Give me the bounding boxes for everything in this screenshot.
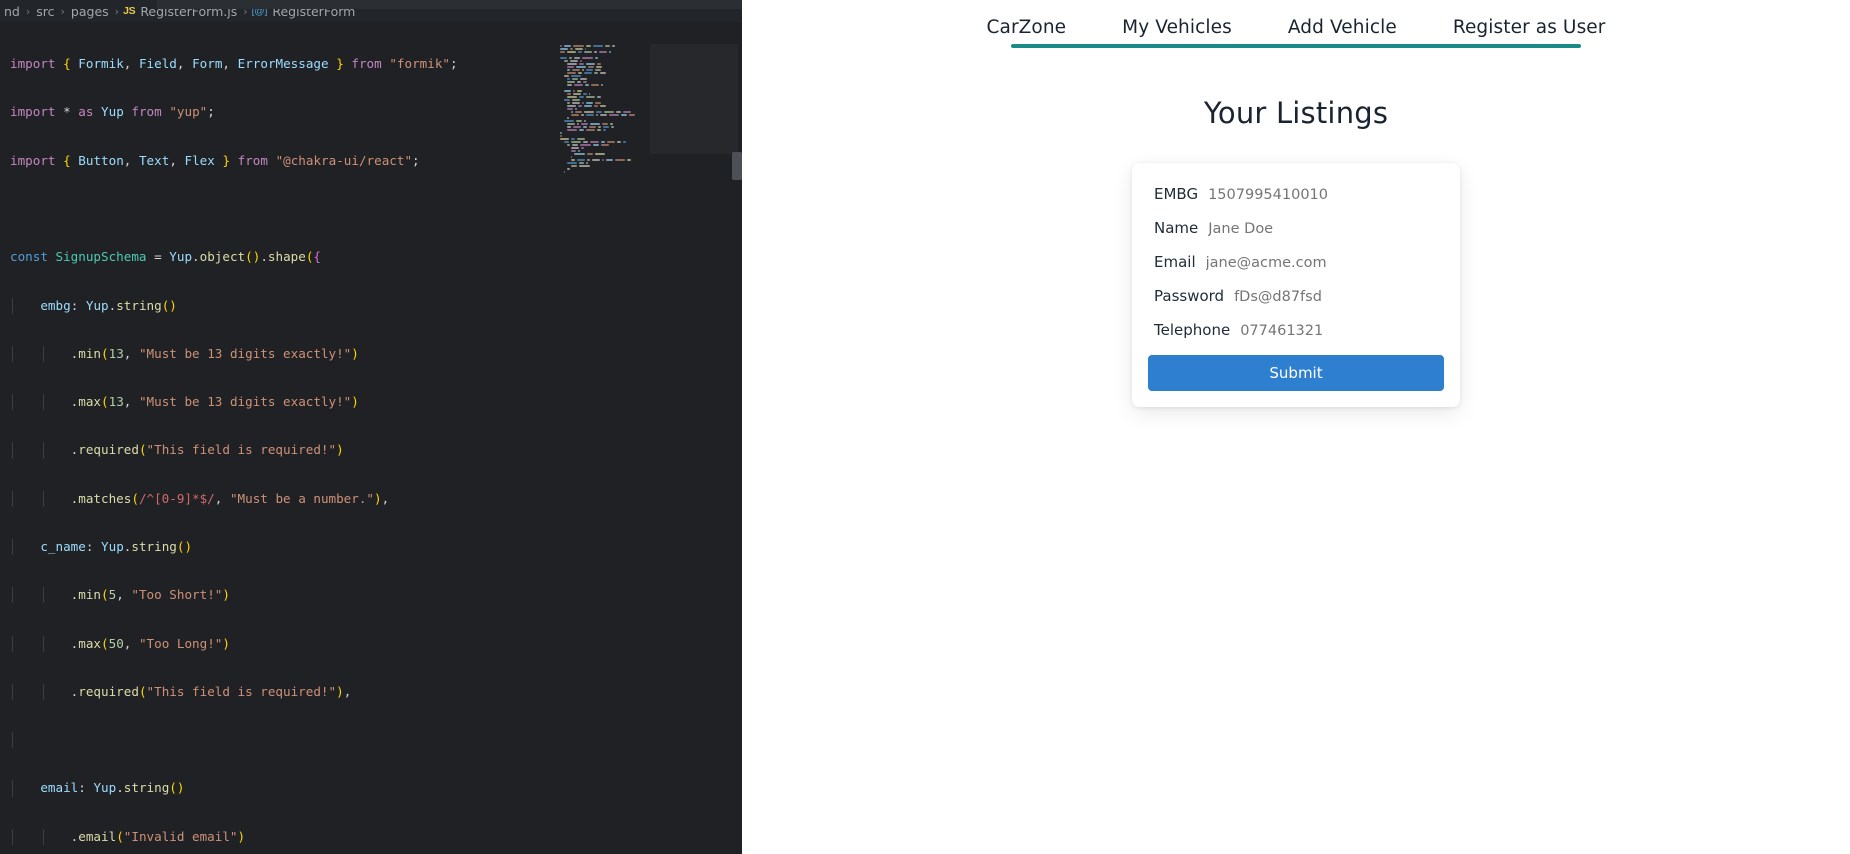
email-label: Email [1154,253,1196,271]
code-line: .required("This field is required!") [10,442,742,458]
password-input[interactable] [1234,289,1444,305]
code-editor-pane: nd › src › pages › JS RegisterForm.js › … [0,0,742,854]
page-title: Your Listings [742,96,1850,130]
site-navbar: CarZone My Vehicles Add Vehicle Register… [742,0,1850,44]
breadcrumb-item-folder-nd[interactable]: nd [2,4,22,19]
code-scroll-container[interactable]: import { Formik, Field, Form, ErrorMessa… [0,22,742,854]
vertical-scrollbar-thumb[interactable] [732,152,742,180]
embg-input[interactable] [1208,187,1444,203]
form-row-telephone: Telephone [1148,321,1444,339]
code-line: .email("Invalid email") [10,829,742,845]
code-line: .matches(/^[0-9]*$/, "Must be a number."… [10,491,742,507]
name-label: Name [1154,219,1198,237]
registration-form-card: EMBG Name Email Password Telephone Submi… [1132,163,1460,407]
submit-button[interactable]: Submit [1148,355,1444,391]
telephone-input[interactable] [1240,323,1444,339]
email-input[interactable] [1206,255,1444,271]
code-line: .max(50, "Too Long!") [10,636,742,652]
nav-item-register-as-user[interactable]: Register as User [1453,17,1606,38]
code-line: .min(5, "Too Short!") [10,587,742,603]
js-file-icon: JS [123,5,135,17]
nav-item-add-vehicle[interactable]: Add Vehicle [1288,17,1397,38]
form-row-name: Name [1148,219,1444,237]
browser-preview-pane: CarZone My Vehicles Add Vehicle Register… [742,0,1850,854]
nav-item-my-vehicles[interactable]: My Vehicles [1122,17,1232,38]
editor-minimap[interactable] [560,44,652,354]
form-row-embg: EMBG [1148,185,1444,203]
breadcrumb-item-pages[interactable]: pages [69,4,111,19]
name-input[interactable] [1208,221,1444,237]
breadcrumb-separator-icon: › [111,5,123,18]
code-line: c_name: Yup.string() [10,539,742,555]
breadcrumb-separator-icon: › [57,5,69,18]
nav-item-carzone[interactable]: CarZone [986,17,1066,38]
code-line [10,732,742,748]
code-line: .required("This field is required!"), [10,684,742,700]
navbar-underline [1011,44,1581,48]
password-label: Password [1154,287,1224,305]
breadcrumb-separator-icon: › [22,5,34,18]
telephone-label: Telephone [1154,321,1230,339]
minimap-viewport-slider[interactable] [650,44,738,154]
form-row-password: Password [1148,287,1444,305]
form-row-email: Email [1148,253,1444,271]
editor-tabstrip [157,0,742,9]
breadcrumb-item-src[interactable]: src [34,4,56,19]
code-line: email: Yup.string() [10,780,742,796]
embg-label: EMBG [1154,185,1198,203]
code-line: .max(13, "Must be 13 digits exactly!") [10,394,742,410]
